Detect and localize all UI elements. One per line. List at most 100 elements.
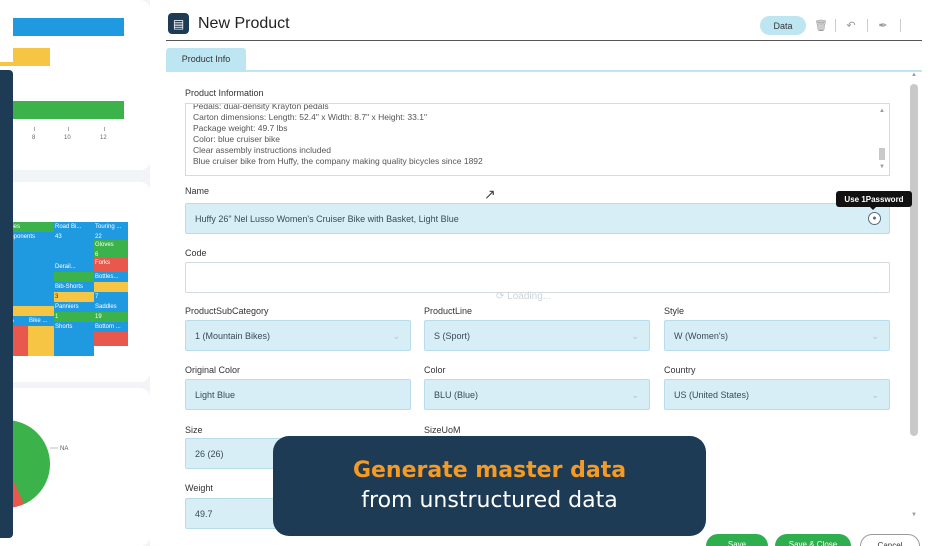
text-line: Color: blue cruiser bike bbox=[193, 134, 280, 144]
color-label: Color bbox=[424, 365, 446, 375]
treemap-cell: 1 bbox=[54, 312, 94, 322]
toolbar-separator bbox=[867, 19, 868, 32]
pie-label: NA bbox=[60, 446, 68, 452]
undo-icon[interactable]: ↶ bbox=[840, 16, 862, 35]
save-button[interactable]: Save bbox=[706, 534, 768, 546]
text-line: Package weight: 49.7 lbs bbox=[193, 123, 288, 133]
treemap-cell: Shorts bbox=[54, 322, 94, 336]
text-line: Blue cruiser bike from Huffy, the compan… bbox=[193, 156, 483, 166]
country-value: US (United States) bbox=[674, 389, 750, 400]
treemap-cell: Bottles... bbox=[94, 272, 128, 282]
tick-mark bbox=[68, 127, 69, 131]
treemap-cell: Road Bi... bbox=[54, 222, 94, 232]
treemap-cell: Bottom ... bbox=[94, 322, 128, 332]
loading-text: Loading... bbox=[507, 291, 552, 302]
textarea-scroll-down[interactable]: ▼ bbox=[878, 164, 886, 170]
treemap-cell bbox=[94, 332, 128, 346]
name-field[interactable]: Huffy 26" Nel Lusso Women's Cruiser Bike… bbox=[185, 203, 890, 234]
weight-value: 49.7 bbox=[195, 508, 213, 519]
cancel-button[interactable]: Cancel bbox=[860, 534, 920, 546]
product-information-textarea[interactable]: Pedals: dual-density Krayton pedals Cart… bbox=[185, 103, 890, 176]
treemap-card: ssories Components mets Bike ... 188 Roa… bbox=[0, 182, 150, 382]
chevron-down-icon: ⌄ bbox=[871, 390, 879, 400]
treemap-cell bbox=[28, 326, 54, 356]
product-subcategory-label: ProductSubCategory bbox=[185, 306, 269, 316]
textarea-scroll-up[interactable]: ▲ bbox=[878, 108, 886, 114]
nav-strip bbox=[0, 70, 13, 538]
tick-mark bbox=[104, 127, 105, 131]
pie-chart-card: NA bbox=[0, 388, 150, 546]
onepassword-icon[interactable]: ● bbox=[868, 212, 881, 225]
treemap-cell: Forks bbox=[94, 258, 128, 272]
scroll-down-arrow[interactable]: ▼ bbox=[910, 512, 918, 518]
toolbar-separator bbox=[835, 19, 836, 32]
treemap-cell: 19 bbox=[94, 312, 128, 322]
attachment-icon[interactable]: ✒ bbox=[872, 16, 894, 35]
tab-underline bbox=[166, 70, 922, 72]
treemap-cell: Panniers bbox=[54, 302, 94, 312]
dialog-title: New Product bbox=[198, 15, 290, 32]
treemap-cell: 6 bbox=[94, 250, 128, 258]
chevron-down-icon: ⌄ bbox=[631, 331, 639, 341]
toolbar-separator bbox=[900, 19, 901, 32]
header-divider bbox=[166, 40, 922, 41]
code-label: Code bbox=[185, 248, 207, 258]
tick-mark bbox=[34, 127, 35, 131]
tick-label: 10 bbox=[64, 135, 71, 141]
treemap-cell: 7 bbox=[94, 292, 128, 302]
chevron-down-icon: ⌄ bbox=[871, 331, 879, 341]
treemap-cell bbox=[54, 336, 94, 356]
style-value: W (Women's) bbox=[674, 330, 729, 341]
chevron-down-icon: ⌄ bbox=[392, 331, 400, 341]
scroll-up-arrow[interactable]: ▲ bbox=[910, 72, 918, 78]
treemap-cell: Bike ... bbox=[28, 316, 54, 326]
product-subcategory-value: 1 (Mountain Bikes) bbox=[195, 330, 271, 341]
original-color-value: Light Blue bbox=[195, 389, 236, 400]
treemap-cell: Derail... bbox=[54, 262, 94, 272]
document-icon: ▤ bbox=[168, 13, 189, 34]
country-select[interactable]: US (United States) ⌄ bbox=[664, 379, 890, 410]
treemap-cell: Gloves bbox=[94, 240, 128, 250]
tab-product-info[interactable]: Product Info bbox=[166, 48, 246, 70]
style-select[interactable]: W (Women's) ⌄ bbox=[664, 320, 890, 351]
data-button[interactable]: Data bbox=[760, 16, 806, 35]
treemap-cell: 22 bbox=[94, 232, 128, 240]
treemap-cell bbox=[54, 272, 94, 282]
text-line: Pedals: dual-density Krayton pedals bbox=[193, 103, 329, 111]
original-color-label: Original Color bbox=[185, 365, 241, 375]
original-color-field[interactable]: Light Blue bbox=[185, 379, 411, 410]
onepassword-tooltip: Use 1Password bbox=[836, 191, 912, 207]
textarea-scrollbar[interactable] bbox=[879, 148, 885, 160]
loading-indicator: ⟳ Loading... bbox=[496, 291, 552, 302]
treemap-cell: Bib-Shorts bbox=[54, 282, 94, 292]
promo-banner: Generate master data from unstructured d… bbox=[273, 436, 706, 536]
banner-subline: from unstructured data bbox=[361, 488, 618, 513]
color-select[interactable]: BLU (Blue) ⌄ bbox=[424, 379, 650, 410]
color-value: BLU (Blue) bbox=[434, 389, 479, 400]
text-line: Clear assembly instructions included bbox=[193, 145, 331, 155]
product-line-label: ProductLine bbox=[424, 306, 473, 316]
panel-scrollbar[interactable] bbox=[910, 84, 918, 436]
treemap-cell bbox=[94, 282, 128, 292]
treemap-cell: 43 bbox=[54, 232, 94, 262]
treemap-cell: Saddles bbox=[94, 302, 128, 312]
size-label: Size bbox=[185, 425, 203, 435]
save-close-button[interactable]: Save & Close bbox=[775, 534, 851, 546]
product-line-select[interactable]: S (Sport) ⌄ bbox=[424, 320, 650, 351]
code-field[interactable] bbox=[185, 262, 890, 293]
pie-chart: NA bbox=[0, 420, 68, 508]
weight-label: Weight bbox=[185, 483, 213, 493]
size-value: 26 (26) bbox=[195, 448, 224, 459]
treemap-cell: Touring ... bbox=[94, 222, 128, 232]
product-subcategory-select[interactable]: 1 (Mountain Bikes) ⌄ bbox=[185, 320, 411, 351]
style-label: Style bbox=[664, 306, 685, 316]
product-line-value: S (Sport) bbox=[434, 330, 471, 341]
text-line: Carton dimensions: Length: 52.4" x Width… bbox=[193, 112, 427, 122]
bar-chart-card: 8 10 12 bbox=[0, 0, 150, 170]
nav-strip-top bbox=[0, 0, 13, 62]
trash-icon[interactable]: 🗑 bbox=[810, 16, 832, 35]
chart-bar bbox=[0, 101, 124, 119]
country-label: Country bbox=[664, 365, 696, 375]
banner-headline: Generate master data bbox=[352, 458, 627, 483]
name-label: Name bbox=[185, 186, 210, 196]
